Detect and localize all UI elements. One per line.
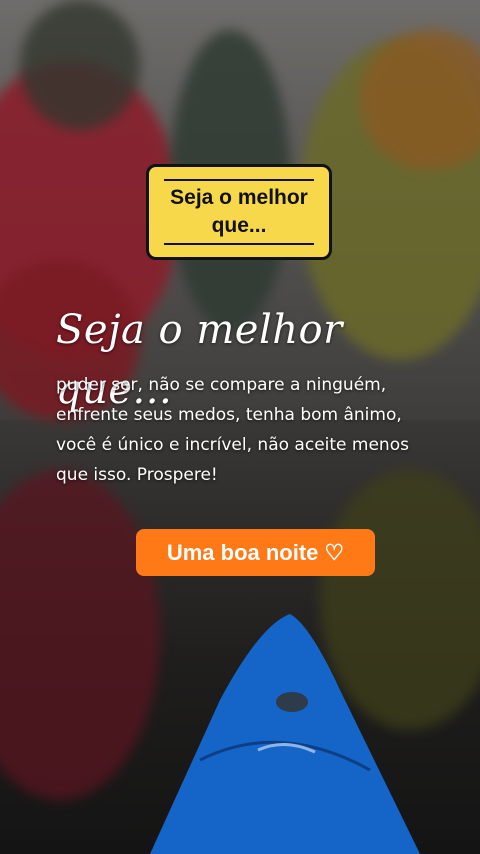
greeting-label: Uma boa noite bbox=[166, 539, 319, 565]
caption-rule-top bbox=[164, 179, 314, 181]
message-text: puder ser, não se compare a ninguém, enf… bbox=[56, 375, 409, 485]
greeting-button[interactable]: Uma boa noite ♡ bbox=[136, 529, 375, 576]
caption-rule-bottom bbox=[164, 243, 314, 245]
caption-text: Seja o melhor que... bbox=[170, 186, 308, 237]
caption-box: Seja o melhor que... bbox=[146, 164, 332, 260]
heart-icon: ♡ bbox=[324, 539, 345, 565]
